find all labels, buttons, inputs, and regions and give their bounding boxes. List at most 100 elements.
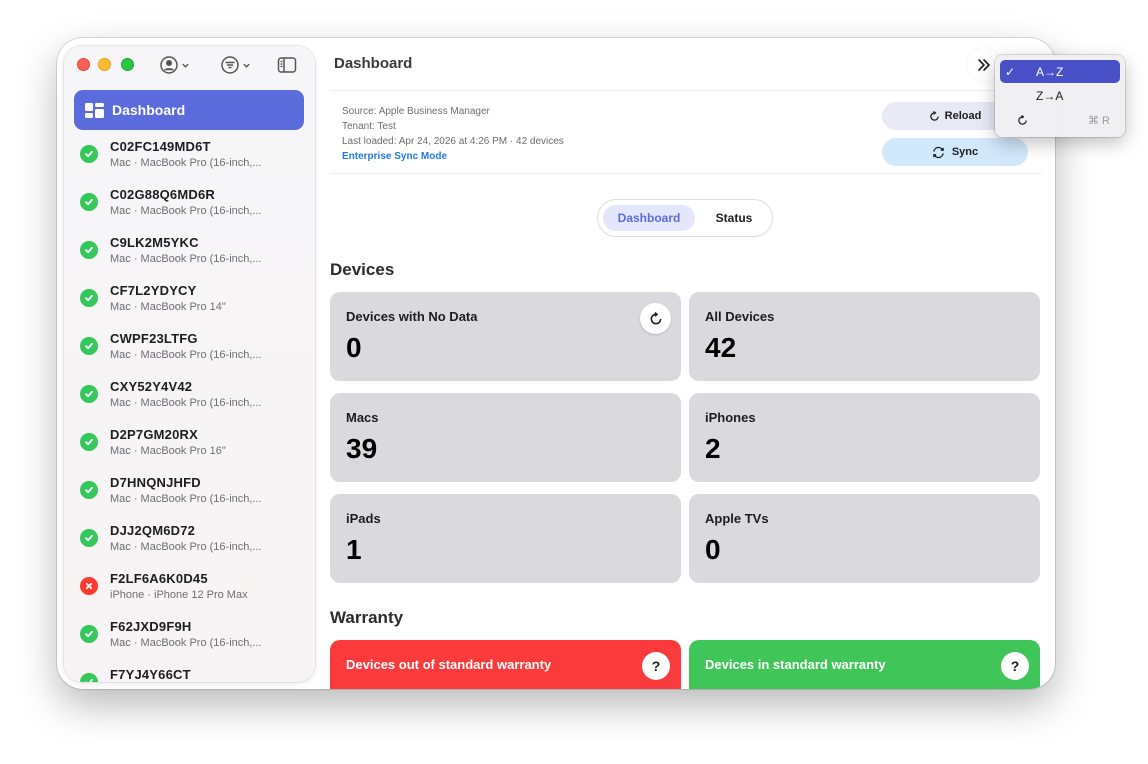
checkmark-circle-icon [80, 625, 98, 643]
card-title: Macs [346, 410, 379, 425]
list-item[interactable]: C02G88Q6MD6R Mac · MacBook Pro (16-inch,… [80, 186, 310, 234]
device-serial: D7HNQNJHFD [110, 475, 201, 490]
minimize-window-button[interactable] [98, 58, 111, 71]
list-item[interactable]: C9LK2M5YKC Mac · MacBook Pro (16-inch,..… [80, 234, 310, 282]
device-serial: F2LF6A6K0D45 [110, 571, 208, 586]
apple-tvs-card[interactable]: Apple TVs 0 [689, 494, 1040, 583]
device-serial: CF7L2YDYCY [110, 283, 197, 298]
device-model: Mac · MacBook Pro (16-inch,... [110, 541, 262, 553]
page-title: Dashboard [334, 55, 413, 72]
keyboard-shortcut: ⌘ R [1088, 115, 1110, 127]
list-item[interactable]: CXY52Y4V42 Mac · MacBook Pro (16-inch,..… [80, 378, 310, 426]
device-serial: D2P7GM20RX [110, 427, 198, 442]
sync-button[interactable]: Sync [882, 138, 1028, 166]
help-in-warranty-button[interactable]: ? [1001, 652, 1029, 680]
chevron-down-icon [243, 63, 250, 68]
person-circle-icon [160, 56, 178, 74]
close-window-button[interactable] [77, 58, 90, 71]
menu-item-reload[interactable]: ⌘ R [1000, 109, 1120, 132]
card-title: iPads [346, 511, 381, 526]
refresh-icon [650, 311, 661, 324]
sidebar-icon [277, 57, 297, 73]
sync-label: Sync [951, 146, 979, 158]
list-item[interactable]: D7HNQNJHFD Mac · MacBook Pro (16-inch,..… [80, 474, 310, 522]
device-serial: F7YJ4Y66CT [110, 667, 191, 682]
menu-item-sort-ascending[interactable]: ✓ A→Z [1000, 60, 1120, 83]
card-value: 2 [705, 433, 721, 464]
tenant-label: Tenant: Test [342, 121, 396, 132]
device-model: iPhone · iPhone 12 Pro Max [110, 589, 248, 601]
device-serial: CXY52Y4V42 [110, 379, 193, 394]
double-chevron-right-icon [978, 59, 990, 71]
chevron-down-icon [182, 63, 189, 68]
device-model: Mac · MacBook Pro 16" [110, 445, 226, 457]
app-window: Dashboard C02FC149MD6T Mac · MacBook Pro… [57, 38, 1055, 689]
error-circle-icon [80, 577, 98, 595]
checkmark-circle-icon [80, 481, 98, 499]
menu-item-sort-descending[interactable]: Z→A [1000, 84, 1120, 107]
enterprise-sync-mode-link[interactable]: Enterprise Sync Mode [342, 151, 447, 162]
device-serial: DJJ2QM6D72 [110, 523, 196, 538]
card-value: 0 [346, 332, 362, 363]
checkmark-circle-icon [80, 145, 98, 163]
checkmark-circle-icon [80, 241, 98, 259]
tab-status[interactable]: Status [704, 205, 764, 231]
device-serial: C02FC149MD6T [110, 139, 211, 154]
device-model: Mac · MacBook Pro (16-inch,... [110, 397, 262, 409]
sidebar: Dashboard C02FC149MD6T Mac · MacBook Pro… [64, 46, 315, 682]
all-devices-card[interactable]: All Devices 42 [689, 292, 1040, 381]
list-item[interactable]: C02FC149MD6T Mac · MacBook Pro (16-inch,… [80, 138, 310, 186]
list-item[interactable]: CF7L2YDYCY Mac · MacBook Pro 14" [80, 282, 310, 330]
help-out-of-warranty-button[interactable]: ? [642, 652, 670, 680]
device-model: Mac · MacBook Pro (16-inch,... [110, 253, 262, 265]
list-item[interactable]: F2LF6A6K0D45 iPhone · iPhone 12 Pro Max [80, 570, 310, 618]
card-title: All Devices [705, 309, 775, 324]
checkmark-circle-icon [80, 433, 98, 451]
macs-card[interactable]: Macs 39 [330, 393, 681, 482]
account-menu-button[interactable] [159, 54, 190, 76]
device-list: C02FC149MD6T Mac · MacBook Pro (16-inch,… [80, 138, 310, 682]
sidebar-item-label: Dashboard [112, 102, 186, 118]
filter-menu-button[interactable] [220, 54, 251, 76]
toggle-sidebar-button[interactable] [277, 54, 297, 76]
device-serial: F62JXD9F9H [110, 619, 192, 634]
checkmark-circle-icon [80, 193, 98, 211]
device-model: Mac · MacBook Pro (16-inch,... [110, 157, 262, 169]
menu-item-label: A→Z [1036, 64, 1064, 79]
checkmark-circle-icon [80, 289, 98, 307]
sidebar-item-dashboard[interactable]: Dashboard [74, 90, 304, 130]
list-item[interactable]: CWPF23LTFG Mac · MacBook Pro (16-inch,..… [80, 330, 310, 378]
list-item[interactable]: D2P7GM20RX Mac · MacBook Pro 16" [80, 426, 310, 474]
ipads-card[interactable]: iPads 1 [330, 494, 681, 583]
reload-label: Reload [944, 110, 982, 122]
iphones-card[interactable]: iPhones 2 [689, 393, 1040, 482]
reload-icon [1018, 115, 1027, 125]
devices-heading: Devices [330, 260, 395, 279]
out-of-warranty-card[interactable]: Devices out of standard warranty ? [330, 640, 681, 689]
sort-menu: ✓ A→Z Z→A ⌘ R [995, 55, 1125, 137]
list-item[interactable]: F7YJ4Y66CT [80, 666, 310, 682]
device-serial: C02G88Q6MD6R [110, 187, 215, 202]
device-serial: C9LK2M5YKC [110, 235, 199, 250]
tab-dashboard[interactable]: Dashboard [603, 205, 695, 231]
dashboard-icon [85, 102, 104, 118]
device-model: Mac · MacBook Pro (16-inch,... [110, 493, 262, 505]
menu-item-label: Z→A [1036, 88, 1064, 103]
card-title: Apple TVs [705, 511, 769, 526]
refresh-no-data-button[interactable] [640, 303, 671, 334]
device-model: Mac · MacBook Pro 14" [110, 301, 226, 313]
list-item[interactable]: DJJ2QM6D72 Mac · MacBook Pro (16-inch,..… [80, 522, 310, 570]
list-item[interactable]: F62JXD9F9H Mac · MacBook Pro (16-inch,..… [80, 618, 310, 666]
card-title: Devices out of standard warranty [346, 657, 552, 672]
zoom-window-button[interactable] [121, 58, 134, 71]
no-data-card[interactable]: Devices with No Data 0 [330, 292, 681, 381]
sync-icon [933, 146, 944, 158]
filter-icon [221, 56, 239, 74]
warranty-heading: Warranty [330, 608, 404, 627]
checkmark-icon: ✓ [1005, 64, 1016, 79]
in-warranty-card[interactable]: Devices in standard warranty ? [689, 640, 1040, 689]
source-label: Source: Apple Business Manager [342, 106, 490, 117]
checkmark-circle-icon [80, 673, 98, 682]
card-value: 39 [346, 433, 378, 464]
card-value: 42 [705, 332, 737, 363]
